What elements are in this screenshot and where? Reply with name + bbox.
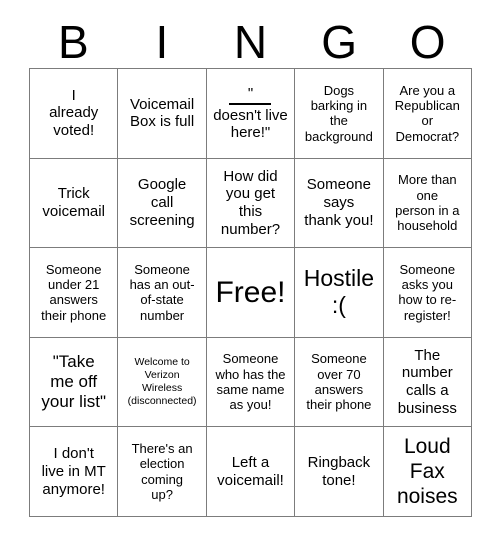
bingo-cell-text: There's an election coming up? [131, 441, 193, 503]
bingo-cell-text-tail: doesn't live here!" [213, 106, 288, 142]
bingo-cell-text: Someone asks you how to re- register! [398, 261, 457, 323]
bingo-cell-text: Someone who has the same name as you! [215, 351, 286, 413]
bingo-cell-text: Trick voicemail [42, 185, 105, 220]
bingo-cell-n4[interactable]: Someone who has the same name as you! [206, 337, 296, 428]
bingo-cell-n2[interactable]: How did you get this number? [206, 158, 296, 249]
bingo-card: B I N G O I already voted! Voicemail Box… [0, 0, 500, 544]
bingo-cell-b5[interactable]: I don't live in MT anymore! [30, 427, 119, 517]
bingo-cell-i2[interactable]: Google call screening [118, 158, 207, 249]
bingo-cell-text: Voicemail Box is full [129, 95, 195, 131]
bingo-cell-text: Someone over 70 answers their phone [306, 351, 372, 413]
free-space-label: Free! [215, 275, 286, 309]
bingo-cell-text: Dogs barking in the background [304, 82, 373, 144]
bingo-cell-text: More than one person in a household [395, 172, 460, 234]
bingo-cell-text: "Take me off your list" [41, 352, 106, 412]
bingo-cell-i4[interactable]: Welcome to Verizon Wireless (disconnecte… [118, 337, 207, 428]
bingo-cell-o5[interactable]: Loud Fax noises [383, 427, 472, 517]
bingo-cell-text: Someone has an out- of-state number [129, 261, 195, 323]
bingo-cell-g5[interactable]: Ringback tone! [295, 427, 384, 517]
bingo-cell-g4[interactable]: Someone over 70 answers their phone [295, 337, 384, 428]
bingo-cell-b4[interactable]: "Take me off your list" [30, 337, 119, 428]
bingo-cell-text: I already voted! [49, 86, 99, 140]
bingo-header-letters: B I N G O [29, 16, 472, 68]
bingo-cell-text: Google call screening [129, 176, 195, 229]
bingo-cell-text: The number calls a business [397, 346, 457, 417]
bingo-cell-o2[interactable]: More than one person in a household [383, 158, 472, 249]
header-letter-o: O [409, 16, 446, 68]
bingo-cell-i1[interactable]: Voicemail Box is full [118, 69, 207, 159]
bingo-cell-text: I don't live in MT anymore! [41, 445, 106, 498]
bingo-cell-free-space[interactable]: Free! [206, 248, 296, 338]
bingo-cell-g2[interactable]: Someone says thank you! [295, 158, 384, 249]
header-letter-i: I [155, 16, 169, 68]
bingo-cell-text: Welcome to Verizon Wireless (disconnecte… [127, 355, 197, 408]
bingo-grid: I already voted! Voicemail Box is full "… [29, 68, 472, 517]
bingo-cell-text: Someone under 21 answers their phone [41, 261, 107, 323]
bingo-cell-o1[interactable]: Are you a Republican or Democrat? [383, 69, 472, 159]
bingo-cell-text: Hostile :( [303, 264, 375, 319]
bingo-cell-g1[interactable]: Dogs barking in the background [295, 69, 384, 159]
bingo-cell-i5[interactable]: There's an election coming up? [118, 427, 207, 517]
bingo-cell-n5[interactable]: Left a voicemail! [206, 427, 296, 517]
header-letter-n: N [233, 16, 268, 68]
bingo-cell-text: Loud Fax noises [396, 434, 458, 509]
blank-line-rule [229, 103, 272, 105]
bingo-cell-text: Ringback tone! [307, 454, 371, 489]
bingo-cell-text: Someone says thank you! [304, 176, 374, 229]
bingo-cell-i3[interactable]: Someone has an out- of-state number [118, 248, 207, 338]
quote-open: " [247, 84, 254, 102]
bingo-cell-text: How did you get this number? [220, 167, 281, 238]
header-letter-b: B [57, 16, 89, 68]
bingo-cell-text: Are you a Republican or Democrat? [394, 82, 460, 144]
header-letter-g: G [321, 16, 357, 68]
bingo-cell-g3[interactable]: Hostile :( [295, 248, 384, 338]
bingo-cell-b3[interactable]: Someone under 21 answers their phone [30, 248, 119, 338]
bingo-cell-b1[interactable]: I already voted! [30, 69, 119, 159]
bingo-cell-b2[interactable]: Trick voicemail [30, 158, 119, 249]
bingo-cell-o3[interactable]: Someone asks you how to re- register! [383, 248, 472, 338]
bingo-cell-n1[interactable]: " doesn't live here!" [206, 69, 296, 159]
bingo-cell-text: Left a voicemail! [217, 454, 284, 489]
bingo-cell-text-with-blank: " doesn't live here!" [210, 85, 291, 143]
bingo-cell-o4[interactable]: The number calls a business [383, 337, 472, 428]
